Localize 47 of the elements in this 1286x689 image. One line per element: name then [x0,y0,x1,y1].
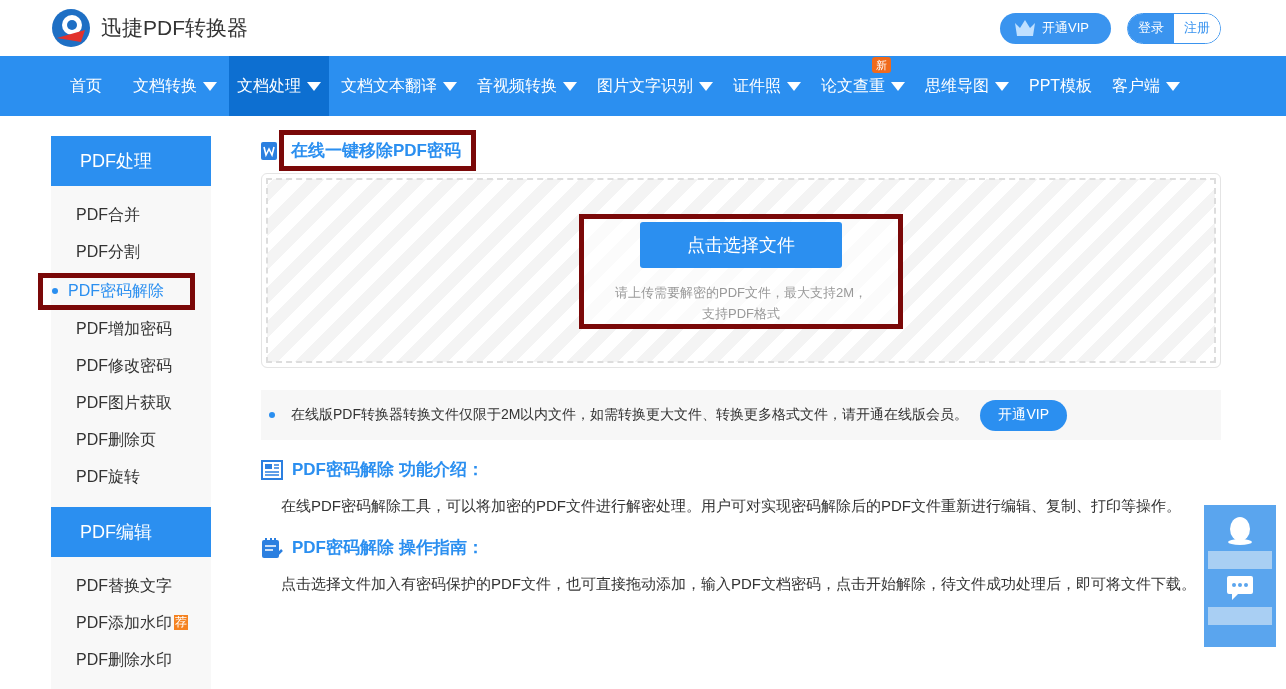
nav-item[interactable]: 音视频转换 [469,56,585,116]
recommend-tag: 荐 [174,615,188,630]
chat-icon[interactable] [1226,575,1254,601]
sidebar-item[interactable]: PDF旋转 [51,458,211,495]
section-text: 点击选择文件加入有密码保护的PDF文件，也可直接拖动添加，输入PDF文档密码，点击开始解除，待文件成功处理后，即可将文件下载。 [281,574,1197,594]
section-title: PDF密码解除 操作指南： [292,537,484,559]
sidebar-heading: PDF处理 [51,136,211,186]
sidebar-item[interactable]: PDF增加密码 [51,310,211,347]
nav-item[interactable]: PPT模板 [1021,56,1101,116]
sidebar-item[interactable]: PDF密码解除 [43,278,190,304]
nav-item[interactable]: 文档转换 [125,56,225,116]
sidebar-item[interactable]: PDF图片获取 [51,384,211,421]
vip-button[interactable]: 开通VIP [980,399,1068,431]
nav-item[interactable]: 首页 [51,56,121,116]
section-text: 在线PDF密码解除工具，可以将加密的PDF文件进行解密处理。用户可对实现密码解除后的PDF文件重新进行编辑、复制、打印等操作。 [281,496,1182,516]
document-icon [261,459,283,480]
section-title: PDF密码解除 功能介绍： [292,459,484,481]
sidebar-item[interactable]: PDF分割 [51,233,211,270]
vip-button[interactable]: 开通VIP [1000,12,1111,44]
word-doc-icon [261,141,277,160]
nav-item[interactable]: 论文查重 [813,75,913,97]
crown-icon [1014,19,1037,37]
sidebar-item[interactable]: PDF删除水印 [51,641,211,678]
nav-item[interactable]: 客户端 [1104,56,1189,116]
notepad-icon [261,536,283,559]
sidebar-heading: PDF编辑 [51,507,211,557]
upload-area[interactable]: 点击选择文件 请上传需要解密的PDF文件，最大支持2M， 支持PDF格式 [261,173,1221,368]
nav-item[interactable]: 思维导图 [917,56,1017,116]
page-title: 在线一键移除PDF密码 [291,141,461,160]
logo-icon [51,8,91,48]
select-file-button[interactable]: 点击选择文件 [640,222,842,268]
nav-item[interactable]: 文档文本翻译 [333,56,465,116]
blurred-label [1208,607,1272,625]
new-badge: 新 [872,57,891,73]
logo-text[interactable]: 迅捷PDF转换器 [101,14,248,42]
nav-item[interactable]: 证件照 [725,56,809,116]
sidebar-item[interactable]: PDF修改密码 [51,347,211,384]
sidebar-item[interactable]: PDF添加水印 荐 [51,604,211,641]
notice-text: 在线版PDF转换器转换文件仅限于2M以内文件，如需转换更大文件、转换更多格式文件，请开通在线版会员。 [291,406,969,424]
upload-hint: 请上传需要解密的PDF文件，最大支持2M， 支持PDF格式 [614,284,868,323]
login-button[interactable]: 登录 [1128,13,1174,43]
sidebar-item[interactable]: PDF合并 [51,196,211,233]
nav-item[interactable]: 图片文字识别 [589,56,721,116]
nav-item[interactable]: 文档处理 [229,56,329,116]
blurred-label [1208,551,1272,569]
sidebar-item[interactable]: PDF替换文字 [51,567,211,604]
sidebar-item[interactable]: PDF删除页 [51,421,211,458]
